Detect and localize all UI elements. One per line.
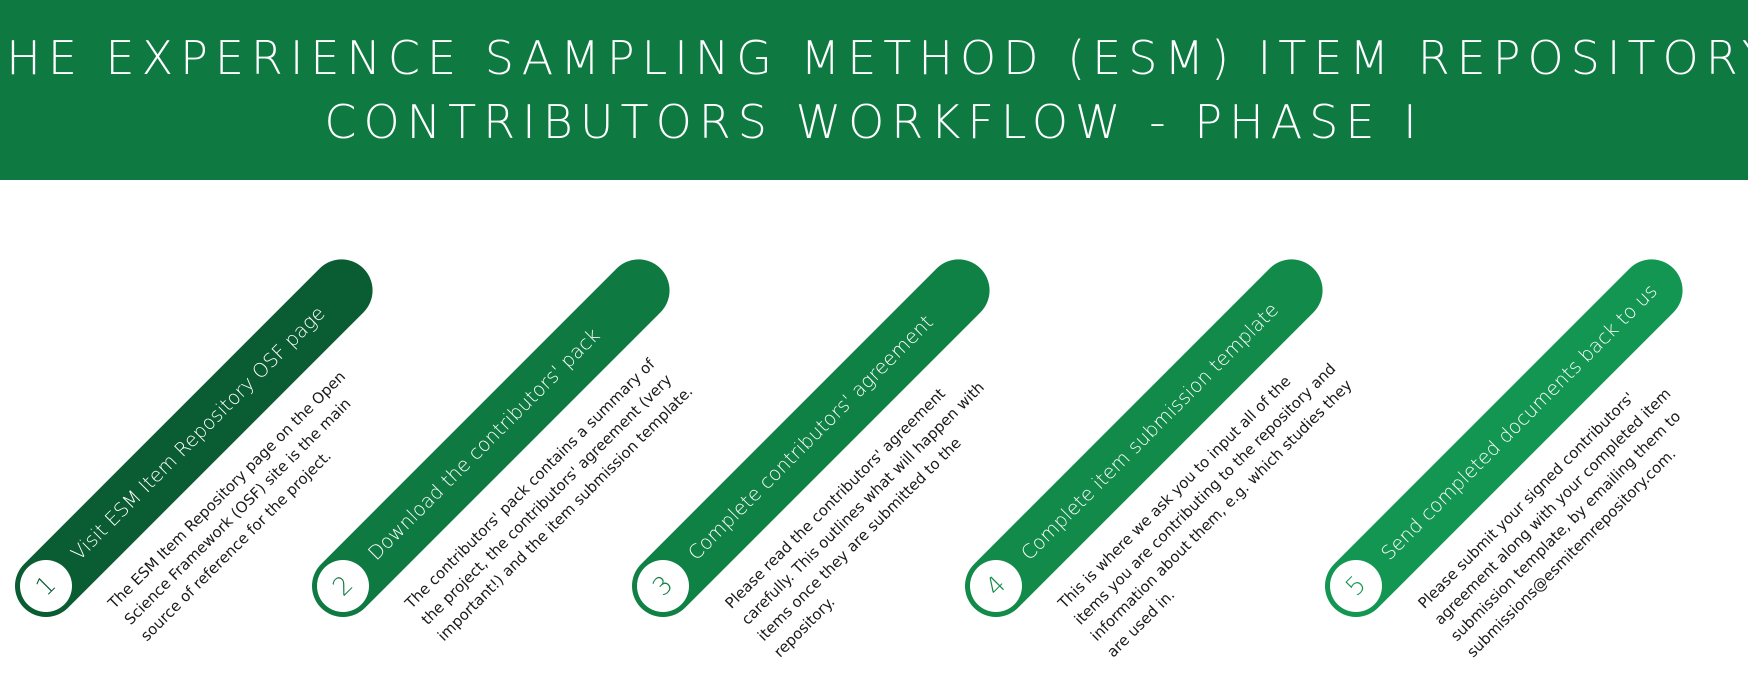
workflow-step-1: 1 Visit ESM Item Repository OSF page The…: [2, 180, 386, 645]
workflow-step-5: 5 Send completed documents back to us Pl…: [1312, 180, 1696, 661]
header-banner: THE EXPERIENCE SAMPLING METHOD (ESM) ITE…: [0, 0, 1748, 180]
workflow-step-2: 2 Download the contributors' pack The co…: [299, 180, 696, 645]
workflow-step-4: 4 Complete item submission template This…: [952, 180, 1356, 661]
step-number-badge: 2: [306, 549, 380, 623]
step-number-badge: 1: [9, 549, 83, 623]
step-number-badge: 4: [959, 549, 1033, 623]
page-title-line-2: CONTRIBUTORS WORKFLOW - PHASE I: [324, 95, 1424, 149]
workflow-step-3: 3 Complete contributors' agreement Pleas…: [619, 180, 1003, 661]
step-number-badge: 5: [1319, 549, 1393, 623]
page-title-line-1: THE EXPERIENCE SAMPLING METHOD (ESM) ITE…: [0, 31, 1748, 85]
workflow-steps: 1 Visit ESM Item Repository OSF page The…: [0, 180, 1748, 688]
step-number-badge: 3: [626, 549, 700, 623]
